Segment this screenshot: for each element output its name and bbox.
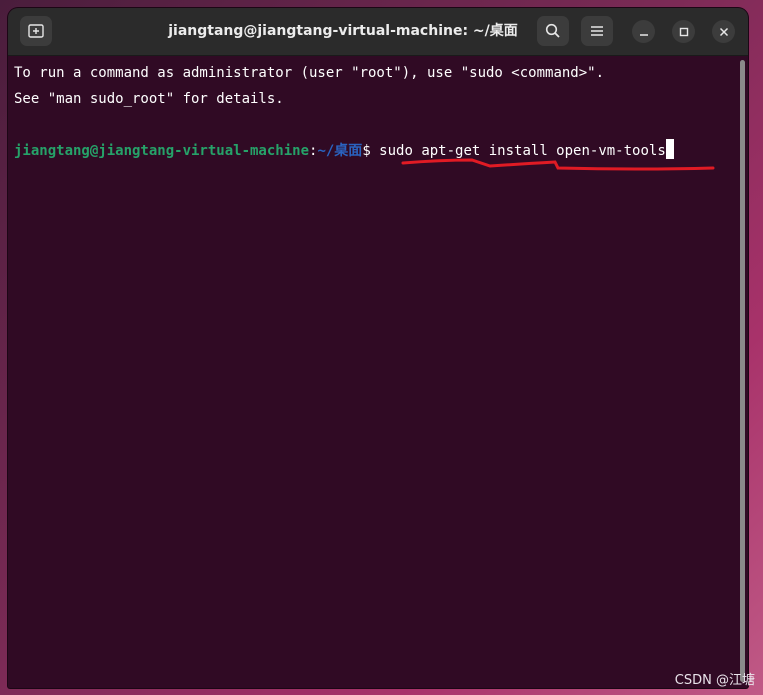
output-line: See "man sudo_root" for details.: [14, 91, 284, 107]
minimize-icon: [639, 33, 648, 36]
hamburger-menu-icon: [591, 26, 603, 36]
prompt-user-host: jiangtang@jiangtang-virtual-machine: [14, 143, 310, 159]
new-tab-icon: [28, 24, 44, 38]
search-button[interactable]: [537, 16, 569, 46]
prompt-line[interactable]: jiangtang@jiangtang-virtual-machine:~/桌面…: [14, 138, 748, 164]
close-button[interactable]: [712, 20, 735, 43]
maximize-icon: [679, 27, 688, 36]
typed-command: sudo apt-get install open-vm-tools: [379, 143, 666, 159]
terminal-output[interactable]: To run a command as administrator (user …: [8, 56, 748, 688]
close-icon: [719, 27, 728, 36]
minimize-button[interactable]: [632, 20, 655, 43]
search-icon: [545, 23, 560, 38]
maximize-button[interactable]: [672, 20, 695, 43]
title-bar[interactable]: jiangtang@jiangtang-virtual-machine: ~/桌…: [8, 8, 748, 56]
text-cursor: [665, 139, 674, 159]
new-tab-button[interactable]: [20, 16, 52, 46]
vertical-scrollbar[interactable]: [740, 60, 745, 682]
prompt-symbol: $: [362, 143, 380, 159]
prompt-path: ~/桌面: [317, 143, 363, 159]
watermark: CSDN @江塘: [674, 673, 755, 688]
menu-button[interactable]: [581, 16, 613, 46]
terminal-window: jiangtang@jiangtang-virtual-machine: ~/桌…: [8, 8, 748, 688]
window-title: jiangtang@jiangtang-virtual-machine: ~/桌…: [168, 23, 518, 39]
output-line: To run a command as administrator (user …: [14, 65, 605, 81]
